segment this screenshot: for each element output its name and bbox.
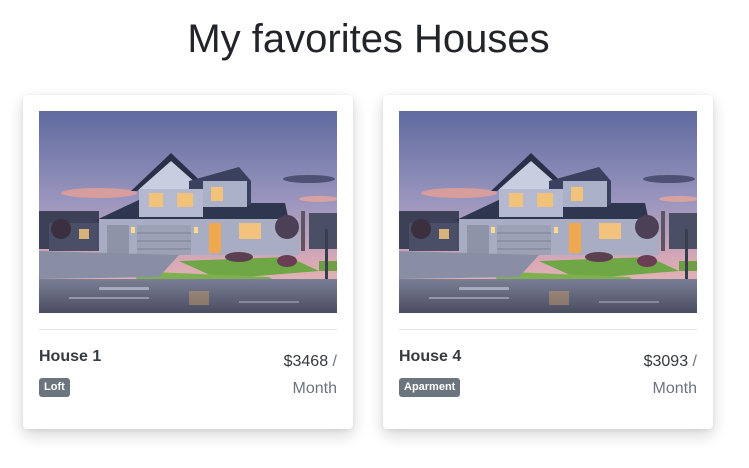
- price-period: Month: [652, 380, 697, 397]
- price-amount: $3093: [643, 353, 689, 370]
- house-price: $3468 / Month: [217, 348, 337, 402]
- house-card[interactable]: House 4 Aparment $3093 / Month: [383, 95, 713, 429]
- house-card[interactable]: House 1 Loft $3468 / Month: [23, 95, 353, 429]
- house-photo[interactable]: [39, 111, 337, 313]
- card-divider: [39, 329, 337, 330]
- house-name: House 4: [399, 348, 462, 365]
- price-separator: /: [688, 353, 697, 370]
- house-type-badge: Aparment: [399, 378, 461, 397]
- house-name: House 1: [39, 348, 102, 365]
- house-photo[interactable]: [399, 111, 697, 313]
- house-price: $3093 / Month: [577, 348, 697, 402]
- house-type-badge: Loft: [39, 378, 70, 397]
- price-period: Month: [292, 380, 337, 397]
- page-title: My favorites Houses: [187, 17, 550, 61]
- price-separator: /: [328, 353, 337, 370]
- card-divider: [399, 329, 697, 330]
- price-amount: $3468: [283, 353, 329, 370]
